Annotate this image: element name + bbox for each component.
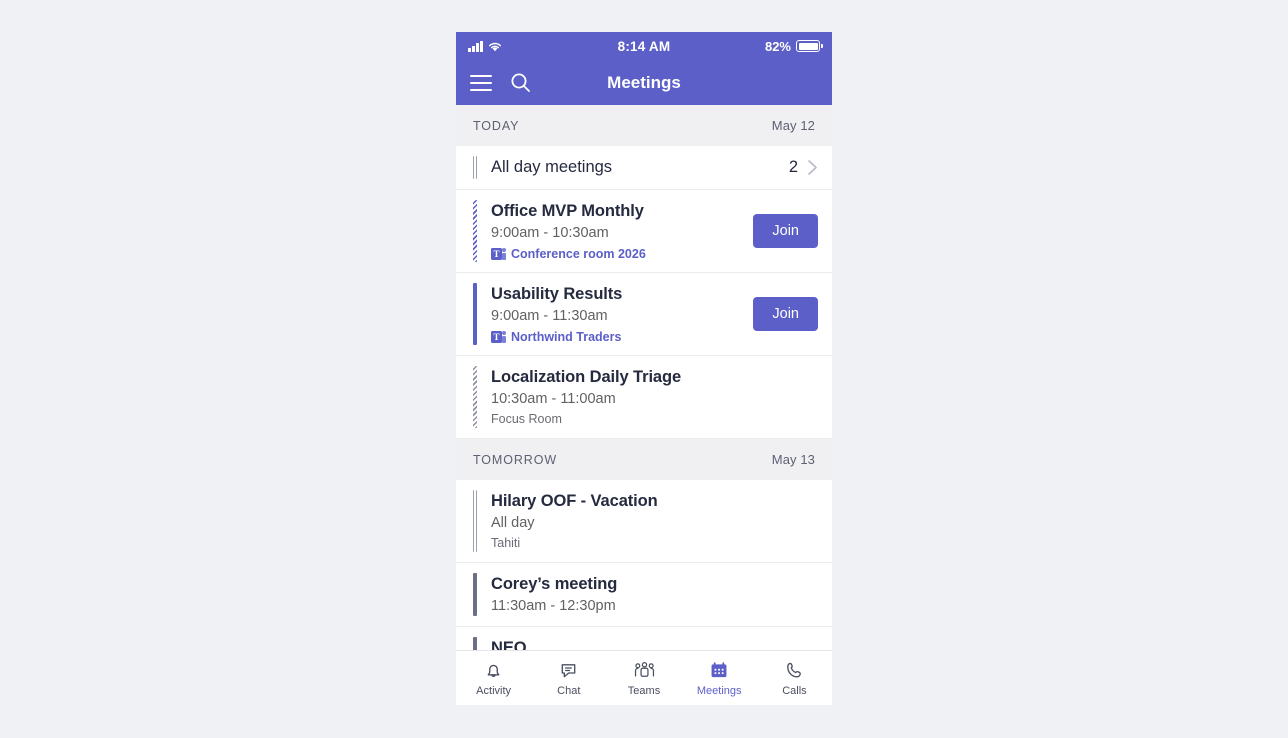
- join-button[interactable]: Join: [753, 214, 818, 248]
- tab-label: Calls: [782, 685, 807, 697]
- search-icon[interactable]: [510, 72, 531, 93]
- tab-label: Chat: [557, 685, 581, 697]
- meeting-channel-label: Conference room 2026: [511, 247, 646, 262]
- meeting-time: 9:00am - 11:30am: [491, 307, 608, 324]
- bell-icon: [483, 659, 504, 681]
- meeting-location: Focus Room: [491, 412, 562, 427]
- join-button[interactable]: Join: [753, 297, 818, 332]
- meeting-details: Office MVP Monthly 9:00am - 10:30am T Co…: [477, 190, 745, 272]
- section-header-today: TODAY May 12: [456, 105, 832, 146]
- meeting-row[interactable]: Localization Daily Triage 10:30am - 11:0…: [456, 356, 832, 439]
- tab-label: Teams: [627, 685, 661, 697]
- battery-percent-label: 82%: [764, 38, 791, 54]
- meeting-channel[interactable]: T Northwind Traders: [491, 330, 745, 344]
- section-header-tomorrow: TOMORROW May 13: [456, 439, 832, 481]
- status-bar: 8:14 AM 82%: [456, 32, 832, 60]
- meeting-time: 10:30am - 11:00am: [491, 390, 616, 407]
- meeting-title: Corey’s meeting: [491, 575, 618, 594]
- section-date: May 12: [771, 118, 815, 133]
- tab-label: Activity: [476, 685, 512, 697]
- meeting-details: Localization Daily Triage 10:30am - 11:0…: [477, 356, 818, 438]
- meeting-title: NEO: [491, 639, 527, 650]
- tab-activity[interactable]: Activity: [456, 651, 531, 705]
- meeting-row[interactable]: Usability Results 9:00am - 11:30am T Nor…: [456, 273, 832, 357]
- tab-meetings[interactable]: Meetings: [682, 651, 757, 705]
- calendar-icon: [708, 659, 730, 681]
- meeting-time: All day: [491, 514, 535, 531]
- teams-logo-icon: T: [491, 247, 506, 261]
- meetings-list[interactable]: TODAY May 12 All day meetings 2 Office M…: [456, 105, 832, 650]
- chevron-right-icon: [807, 159, 818, 176]
- meeting-row[interactable]: Office MVP Monthly 9:00am - 10:30am T Co…: [456, 190, 832, 274]
- meeting-details: Hilary OOF - Vacation All day Tahiti: [477, 480, 818, 562]
- meeting-channel-label: Northwind Traders: [511, 330, 622, 345]
- section-label: TOMORROW: [473, 452, 558, 467]
- hamburger-menu-icon[interactable]: [470, 74, 492, 91]
- section-label: TODAY: [473, 118, 520, 133]
- meeting-title: Hilary OOF - Vacation: [491, 492, 658, 511]
- section-date: May 13: [771, 452, 815, 468]
- status-bar-right: 82%: [764, 38, 823, 54]
- meeting-row[interactable]: Corey’s meeting 11:30am - 12:30pm: [456, 563, 832, 628]
- teams-logo-icon: T: [491, 330, 506, 344]
- meeting-title: Localization Daily Triage: [491, 368, 682, 387]
- app-bar: Meetings: [456, 60, 832, 105]
- tab-teams[interactable]: Teams: [606, 651, 681, 705]
- all-day-meetings-count: 2: [788, 158, 798, 176]
- meeting-location: Tahiti: [491, 536, 521, 551]
- meeting-time: 11:30am - 12:30pm: [491, 597, 616, 614]
- status-bar-left: [468, 40, 502, 52]
- cellular-signal-icon: [468, 40, 483, 52]
- meeting-title: Usability Results: [491, 285, 623, 304]
- people-group-icon: [633, 659, 656, 681]
- chat-bubble-icon: [558, 659, 579, 681]
- meeting-time: 9:00am - 10:30am: [491, 224, 609, 241]
- battery-icon: [796, 40, 823, 52]
- meeting-row[interactable]: Hilary OOF - Vacation All day Tahiti: [456, 480, 832, 564]
- phone-icon: [784, 659, 805, 681]
- meeting-details: Corey’s meeting 11:30am - 12:30pm: [477, 563, 818, 626]
- tab-calls[interactable]: Calls: [757, 651, 832, 705]
- tab-chat[interactable]: Chat: [531, 651, 606, 705]
- meeting-channel[interactable]: T Conference room 2026: [491, 247, 745, 261]
- meeting-row[interactable]: NEO: [456, 627, 832, 650]
- all-day-meetings-row[interactable]: All day meetings 2: [456, 146, 832, 190]
- phone-frame: 8:14 AM 82% Meetings TODAY May 12 All da…: [456, 32, 832, 705]
- all-day-meetings-label: All day meetings: [491, 158, 613, 176]
- meeting-details: Usability Results 9:00am - 11:30am T Nor…: [477, 273, 745, 355]
- tab-label: Meetings: [696, 685, 742, 697]
- meeting-details: NEO: [477, 627, 818, 650]
- wifi-icon: [488, 41, 502, 52]
- bottom-tab-bar: Activity Chat Teams Meetings Calls: [456, 650, 832, 705]
- meeting-title: Office MVP Monthly: [491, 202, 644, 220]
